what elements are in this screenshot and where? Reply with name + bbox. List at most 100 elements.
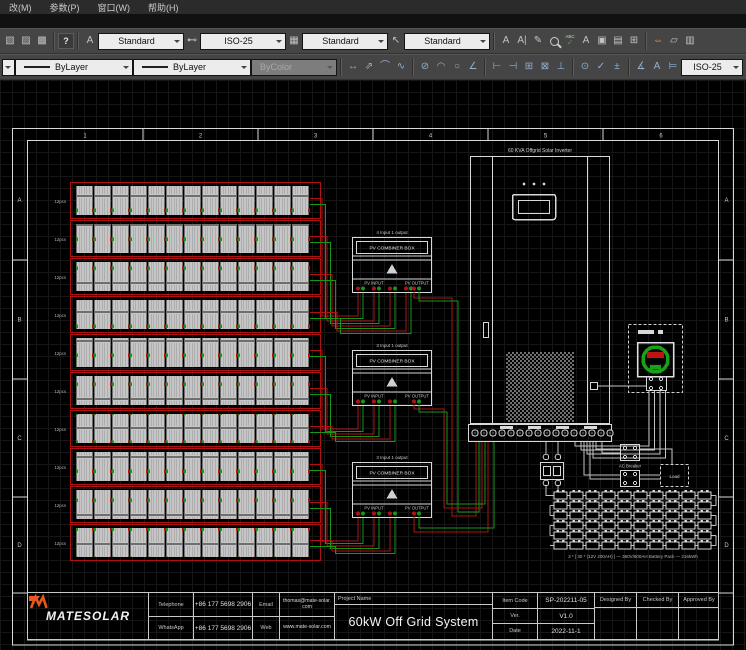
pv-string-row: 12pcs [55, 405, 395, 447]
table-style-select[interactable]: Standard [302, 33, 388, 50]
pv-string-row: 12pcs [55, 517, 395, 561]
dim-style-apply-icon[interactable]: ⊨ [665, 57, 681, 77]
ver-label: Ver. [493, 608, 537, 623]
svg-text:B: B [724, 318, 728, 324]
area-icon[interactable]: ▥ [682, 31, 698, 51]
dim-angular-icon[interactable]: ∠ [465, 57, 481, 77]
dim-arclength-icon[interactable]: ⌒ [377, 57, 393, 77]
linetype-select[interactable]: ByLayer [133, 59, 251, 76]
svg-text:PV COMBINER BOX: PV COMBINER BOX [369, 359, 415, 365]
table-style-icon[interactable]: ▦ [286, 31, 302, 51]
svg-text:12pcs: 12pcs [55, 275, 66, 280]
publish-icon[interactable]: ▨ [18, 31, 34, 51]
lineweight-select[interactable]: ByLayer [15, 59, 133, 76]
overflow-select[interactable] [2, 59, 15, 76]
ver-value: V1.0 [538, 608, 594, 623]
svg-text:Load: Load [669, 474, 680, 479]
dim-quick-icon[interactable]: ⊞ [521, 57, 537, 77]
svg-text:D: D [17, 543, 22, 549]
svg-text:A: A [724, 198, 728, 204]
dim-break-icon[interactable]: ⊠ [537, 57, 553, 77]
menu-parametric[interactable]: 参数(P) [41, 1, 89, 14]
dim-style-current-select[interactable]: ISO-25 [681, 59, 743, 76]
battery-pack: 3 * [ 30 * (12V 200AH) ] — 360V/600AH Ba… [550, 490, 716, 559]
dim-style-icon[interactable]: ⊷ [184, 31, 200, 51]
svg-text:4 Input 1 output: 4 Input 1 output [376, 230, 408, 235]
find-text-icon[interactable] [546, 31, 562, 51]
menu-window[interactable]: 窗口(W) [89, 1, 140, 14]
dim-space-icon[interactable]: ⊥ [553, 57, 569, 77]
dim-jogged-icon[interactable]: ∿ [393, 57, 409, 77]
dim-aligned-icon[interactable]: ⇗ [361, 57, 377, 77]
edit-text-icon[interactable]: A| [514, 31, 530, 51]
help-icon[interactable]: ? [58, 31, 74, 51]
meta-values-col: SP-202211-05 V1.0 2022-11-1 [537, 593, 594, 639]
dim-continue-icon[interactable]: ⊣ [505, 57, 521, 77]
dim-diameter-icon[interactable]: ⊘ [417, 57, 433, 77]
project-name-label: Project Name [335, 593, 492, 605]
menu-modify[interactable]: 改(M) [0, 1, 41, 14]
svg-text:3 Input 1 output: 3 Input 1 output [376, 343, 408, 348]
toolbar-separator [340, 58, 342, 76]
styles-toolbar: ▧▨▩?AStandard⊷ISO-25▦Standard↖StandardAA… [0, 28, 746, 54]
whatsapp-label: WhatsApp [149, 616, 193, 639]
table-cell-icon[interactable]: ▤ [610, 31, 626, 51]
pv-combiner-box: 3 Input 1 outputPV COMBINER BOXPV INPUTP… [353, 455, 432, 518]
mleader-style-icon[interactable]: ↖ [388, 31, 404, 51]
load-box: Load [661, 465, 689, 487]
dim-style-select[interactable]: ISO-25 [200, 33, 286, 50]
drawing-canvas[interactable]: 123456AABBCCDD12pcs12pcs12pcs12pcs12pcs1… [0, 80, 746, 650]
match-properties-icon[interactable]: ▱ [666, 31, 682, 51]
text-style-icon[interactable]: A [82, 31, 98, 51]
brand-name: MATESOLAR [46, 609, 130, 623]
toolbar-separator [412, 58, 414, 76]
approved-by-label: Approved By [679, 593, 719, 608]
mleader-style-select[interactable]: Standard [404, 33, 490, 50]
dim-center-mark-icon[interactable]: ⊙ [577, 57, 593, 77]
toolbar-separator [628, 58, 630, 76]
render-icon[interactable]: ▩ [34, 31, 50, 51]
table-icon[interactable]: ▣ [594, 31, 610, 51]
toolbar-separator [484, 58, 486, 76]
dim-circle-icon[interactable]: ○ [449, 57, 465, 77]
checked-by-col: Checked By [636, 593, 678, 639]
dim-radius-icon[interactable]: ◠ [433, 57, 449, 77]
email-values-col: thomas@mate-solar.com www.mate-solar.com [279, 593, 334, 639]
svg-text:4: 4 [429, 134, 433, 140]
telephone-value: +86 177 5698 2906 [194, 593, 252, 616]
dim-tolerance-icon[interactable]: ± [609, 57, 625, 77]
svg-text:12pcs: 12pcs [55, 389, 66, 394]
svg-text:60 KVA Offgrid Solar Inverter: 60 KVA Offgrid Solar Inverter [508, 148, 572, 154]
toolbar-separator [53, 32, 55, 50]
dim-baseline-icon[interactable]: ⊢ [489, 57, 505, 77]
mtext-icon[interactable]: A [498, 31, 514, 51]
spell-check-icon[interactable]: ABC✓ [562, 31, 578, 51]
svg-text:B: B [17, 318, 21, 324]
dim-linear-icon[interactable]: ↔ [345, 57, 361, 77]
plotstyle-select[interactable]: ByColor [251, 59, 337, 76]
svg-text:3 Input 1 output: 3 Input 1 output [376, 455, 408, 460]
ac-breaker-group: AC Breaker [584, 442, 672, 487]
measure-icon[interactable]: ⇔ [650, 31, 666, 51]
svg-text:PV COMBINER BOX: PV COMBINER BOX [369, 471, 415, 477]
text-style-select[interactable]: Standard [98, 33, 184, 50]
svg-text:PV OUTPUT: PV OUTPUT [405, 394, 429, 399]
schematic: 123456AABBCCDD12pcs12pcs12pcs12pcs12pcs1… [0, 80, 746, 650]
email-labels-col: Email Web [252, 593, 279, 639]
svg-text:C: C [17, 436, 22, 442]
dim-text-angle-icon[interactable]: A [649, 57, 665, 77]
inverter-terminal-strip [469, 425, 614, 442]
project-title: 60kW Off Grid System [335, 605, 492, 639]
brand-cell: MATESOLAR [28, 593, 148, 639]
field-icon[interactable]: ⊞ [626, 31, 642, 51]
dim-oblique-icon[interactable]: ∡ [633, 57, 649, 77]
dim-update-icon[interactable]: ✓ [593, 57, 609, 77]
svg-text:3 * [ 30 * (12V 200AH) ] — 360: 3 * [ 30 * (12V 200AH) ] — 360V/600AH Ba… [568, 554, 698, 559]
plot-icon[interactable]: ▧ [2, 31, 18, 51]
linetype-swatch [24, 66, 50, 68]
menu-help[interactable]: 帮助(H) [139, 1, 188, 14]
text-style-manager-icon[interactable]: A [578, 31, 594, 51]
single-text-icon[interactable]: ✎ [530, 31, 546, 51]
svg-text:12pcs: 12pcs [55, 541, 66, 546]
svg-text:PV INPUT: PV INPUT [364, 281, 384, 286]
